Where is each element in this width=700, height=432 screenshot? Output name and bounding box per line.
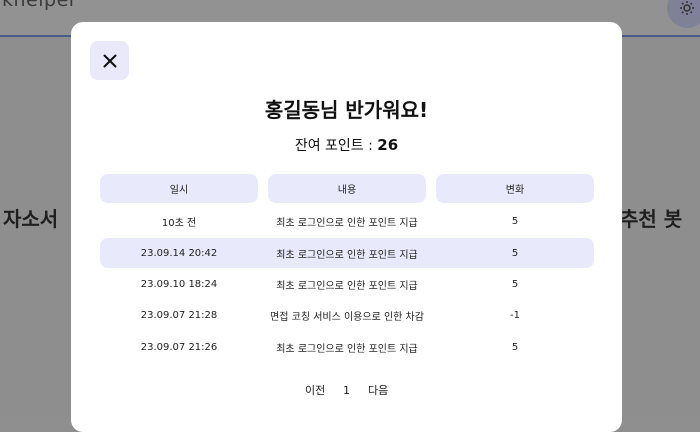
- row-change: 5: [511, 247, 519, 259]
- row-content: 최초 로그인으로 인한 포인트 지급: [276, 280, 418, 292]
- background-card-title-right: 추천 봇: [620, 207, 683, 231]
- row-change: 5: [511, 278, 519, 290]
- points-label: 잔여 포인트 :: [294, 138, 378, 154]
- current-page-number[interactable]: 1: [343, 380, 350, 400]
- points-summary: 잔여 포인트 : 26: [71, 135, 622, 155]
- points-modal: 홍길동님 반가워요! 잔여 포인트 : 26 일시 내용 변화 10초 전 최초…: [71, 22, 622, 432]
- row-change: -1: [510, 309, 520, 321]
- greeting-title: 홍길동님 반가워요!: [264, 98, 429, 122]
- row-time: 23.09.10 18:24: [140, 278, 218, 290]
- row-time: 23.09.07 21:28: [140, 309, 218, 321]
- close-icon: [103, 54, 116, 67]
- row-change: 5: [511, 215, 519, 227]
- logo: khelper: [2, 0, 78, 11]
- column-header-time: 일시: [100, 174, 258, 203]
- row-content: 최초 로그인으로 인한 포인트 지급: [276, 343, 418, 355]
- table-row: 23.09.14 20:42 최초 로그인으로 인한 포인트 지급 5: [100, 238, 594, 268]
- prev-page-button[interactable]: 이전: [305, 380, 325, 400]
- settings-button[interactable]: [667, 0, 700, 28]
- points-value: 26: [377, 136, 399, 154]
- column-header-change: 변화: [436, 174, 594, 203]
- table-row: 23.09.07 21:26 최초 로그인으로 인한 포인트 지급 5: [100, 332, 594, 362]
- background-card-title-left: 자소서: [3, 207, 59, 231]
- column-header-content: 내용: [268, 174, 426, 203]
- row-content: 최초 로그인으로 인한 포인트 지급: [276, 217, 418, 229]
- gear-icon: [680, 1, 694, 15]
- close-button[interactable]: [90, 41, 129, 80]
- row-content: 면접 코칭 서비스 이용으로 인한 차감: [270, 311, 424, 323]
- table-row: 23.09.07 21:28 면접 코칭 서비스 이용으로 인한 차감 -1: [100, 300, 594, 330]
- row-content: 최초 로그인으로 인한 포인트 지급: [276, 249, 418, 261]
- table-row: 23.09.10 18:24 최초 로그인으로 인한 포인트 지급 5: [100, 269, 594, 299]
- row-time: 23.09.14 20:42: [140, 247, 218, 259]
- table-row: 10초 전 최초 로그인으로 인한 포인트 지급 5: [100, 206, 594, 236]
- row-time: 23.09.07 21:26: [140, 341, 218, 353]
- row-time: 10초 전: [161, 217, 197, 229]
- row-change: 5: [511, 341, 519, 353]
- next-page-button[interactable]: 다음: [368, 380, 388, 400]
